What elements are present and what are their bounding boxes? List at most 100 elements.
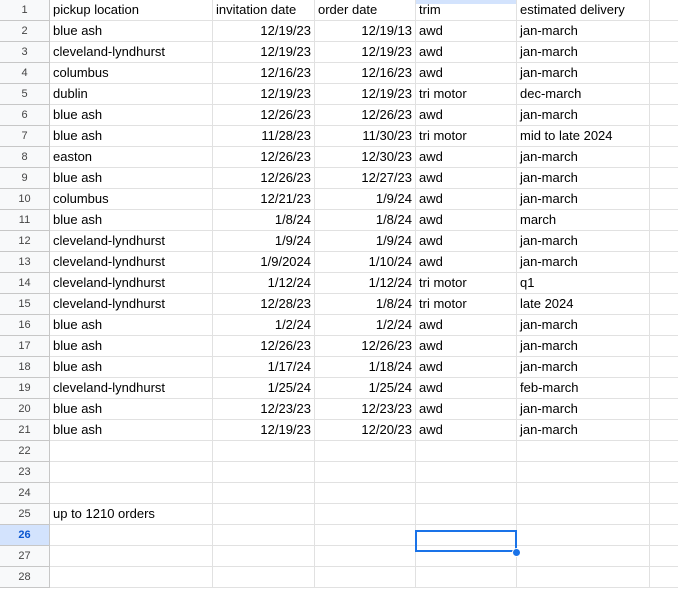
cell-empty-column[interactable] xyxy=(650,546,678,567)
cell-pickup-location[interactable] xyxy=(50,462,213,483)
cell-invitation-date[interactable]: 12/16/23 xyxy=(213,63,315,84)
cell-order-date[interactable]: 1/9/24 xyxy=(315,189,416,210)
cell-empty-column[interactable] xyxy=(650,21,678,42)
cell-order-date[interactable]: 12/27/23 xyxy=(315,168,416,189)
cell-pickup-location[interactable]: blue ash xyxy=(50,399,213,420)
cell-pickup-location[interactable] xyxy=(50,483,213,504)
cell-estimated-delivery[interactable]: jan-march xyxy=(517,147,650,168)
cell-estimated-delivery[interactable] xyxy=(517,483,650,504)
cell-estimated-delivery[interactable]: late 2024 xyxy=(517,294,650,315)
cell-trim[interactable]: awd xyxy=(416,63,517,84)
cell-trim[interactable]: awd xyxy=(416,21,517,42)
cell-empty-column[interactable] xyxy=(650,0,678,21)
cell-trim[interactable] xyxy=(416,504,517,525)
cell-trim[interactable]: awd xyxy=(416,378,517,399)
cell-invitation-date[interactable]: 1/9/2024 xyxy=(213,252,315,273)
cell-trim[interactable]: tri motor xyxy=(416,273,517,294)
cell-empty-column[interactable] xyxy=(650,147,678,168)
cell-empty-column[interactable] xyxy=(650,210,678,231)
row-header[interactable]: 24 xyxy=(0,483,50,504)
cell-pickup-location[interactable]: cleveland-lyndhurst xyxy=(50,273,213,294)
cell-invitation-date[interactable]: 12/19/23 xyxy=(213,84,315,105)
cell-pickup-location[interactable]: cleveland-lyndhurst xyxy=(50,252,213,273)
cell-trim[interactable]: awd xyxy=(416,252,517,273)
cell-order-date[interactable]: 1/18/24 xyxy=(315,357,416,378)
cell-invitation-date[interactable] xyxy=(213,525,315,546)
cell-invitation-date[interactable]: 12/19/23 xyxy=(213,420,315,441)
row-header[interactable]: 13 xyxy=(0,252,50,273)
row-header[interactable]: 6 xyxy=(0,105,50,126)
cell-invitation-date[interactable]: 1/9/24 xyxy=(213,231,315,252)
cell-empty-column[interactable] xyxy=(650,231,678,252)
cell-pickup-location[interactable] xyxy=(50,441,213,462)
row-header[interactable]: 19 xyxy=(0,378,50,399)
cell-invitation-date[interactable]: 12/19/23 xyxy=(213,21,315,42)
cell-trim[interactable]: awd xyxy=(416,210,517,231)
cell-empty-column[interactable] xyxy=(650,252,678,273)
cell-order-date[interactable]: 1/12/24 xyxy=(315,273,416,294)
cell-pickup-location[interactable]: blue ash xyxy=(50,336,213,357)
cell-trim[interactable]: awd xyxy=(416,399,517,420)
cell-order-date[interactable]: 1/2/24 xyxy=(315,315,416,336)
row-header[interactable]: 11 xyxy=(0,210,50,231)
cell-pickup-location[interactable]: cleveland-lyndhurst xyxy=(50,231,213,252)
cell-order-date[interactable]: 12/19/23 xyxy=(315,84,416,105)
cell-invitation-date[interactable]: 1/25/24 xyxy=(213,378,315,399)
cell-invitation-date[interactable] xyxy=(213,567,315,588)
row-header[interactable]: 10 xyxy=(0,189,50,210)
cell-trim[interactable]: awd xyxy=(416,420,517,441)
spreadsheet-grid[interactable]: 1 pickup location invitation date order dat… xyxy=(0,0,678,589)
row-header[interactable]: 3 xyxy=(0,42,50,63)
cell-order-date[interactable]: 12/20/23 xyxy=(315,420,416,441)
cell-trim[interactable]: awd xyxy=(416,231,517,252)
cell-pickup-location[interactable]: cleveland-lyndhurst xyxy=(50,42,213,63)
cell-estimated-delivery[interactable]: mid to late 2024 xyxy=(517,126,650,147)
cell-pickup-location[interactable] xyxy=(50,546,213,567)
cell-invitation-date[interactable] xyxy=(213,441,315,462)
cell-invitation-date[interactable]: invitation date xyxy=(213,0,315,21)
cell-invitation-date[interactable]: 12/28/23 xyxy=(213,294,315,315)
cell-estimated-delivery[interactable]: march xyxy=(517,210,650,231)
cell-pickup-location[interactable]: columbus xyxy=(50,189,213,210)
cell-pickup-location[interactable]: blue ash xyxy=(50,357,213,378)
cell-trim[interactable]: tri motor xyxy=(416,294,517,315)
cell-trim[interactable]: awd xyxy=(416,147,517,168)
cell-pickup-location[interactable]: pickup location xyxy=(50,0,213,21)
cell-empty-column[interactable] xyxy=(650,42,678,63)
cell-estimated-delivery[interactable]: feb-march xyxy=(517,378,650,399)
row-header[interactable]: 4 xyxy=(0,63,50,84)
row-header[interactable]: 25 xyxy=(0,504,50,525)
row-header[interactable]: 7 xyxy=(0,126,50,147)
cell-trim[interactable]: awd xyxy=(416,105,517,126)
cell-empty-column[interactable] xyxy=(650,294,678,315)
cell-trim[interactable] xyxy=(416,462,517,483)
cell-estimated-delivery[interactable] xyxy=(517,546,650,567)
cell-empty-column[interactable] xyxy=(650,168,678,189)
cell-trim[interactable]: awd xyxy=(416,336,517,357)
cell-invitation-date[interactable] xyxy=(213,483,315,504)
cell-estimated-delivery[interactable] xyxy=(517,462,650,483)
cell-order-date[interactable]: 1/8/24 xyxy=(315,210,416,231)
cell-invitation-date[interactable] xyxy=(213,504,315,525)
row-header[interactable]: 1 xyxy=(0,0,50,21)
cell-estimated-delivery[interactable]: jan-march xyxy=(517,252,650,273)
cell-invitation-date[interactable]: 12/21/23 xyxy=(213,189,315,210)
cell-pickup-location[interactable]: blue ash xyxy=(50,21,213,42)
cell-invitation-date[interactable]: 12/23/23 xyxy=(213,399,315,420)
cell-estimated-delivery[interactable] xyxy=(517,441,650,462)
cell-order-date[interactable] xyxy=(315,504,416,525)
cell-estimated-delivery[interactable]: jan-march xyxy=(517,105,650,126)
cell-invitation-date[interactable]: 1/17/24 xyxy=(213,357,315,378)
cell-order-date[interactable]: 1/8/24 xyxy=(315,294,416,315)
cell-order-date[interactable]: 12/23/23 xyxy=(315,399,416,420)
row-header[interactable]: 27 xyxy=(0,546,50,567)
cell-estimated-delivery[interactable] xyxy=(517,525,650,546)
row-header[interactable]: 22 xyxy=(0,441,50,462)
cell-pickup-location[interactable]: blue ash xyxy=(50,420,213,441)
cell-pickup-location[interactable]: blue ash xyxy=(50,105,213,126)
row-header[interactable]: 23 xyxy=(0,462,50,483)
cell-empty-column[interactable] xyxy=(650,126,678,147)
row-header[interactable]: 20 xyxy=(0,399,50,420)
row-header[interactable]: 28 xyxy=(0,567,50,588)
cell-order-date[interactable]: 12/30/23 xyxy=(315,147,416,168)
